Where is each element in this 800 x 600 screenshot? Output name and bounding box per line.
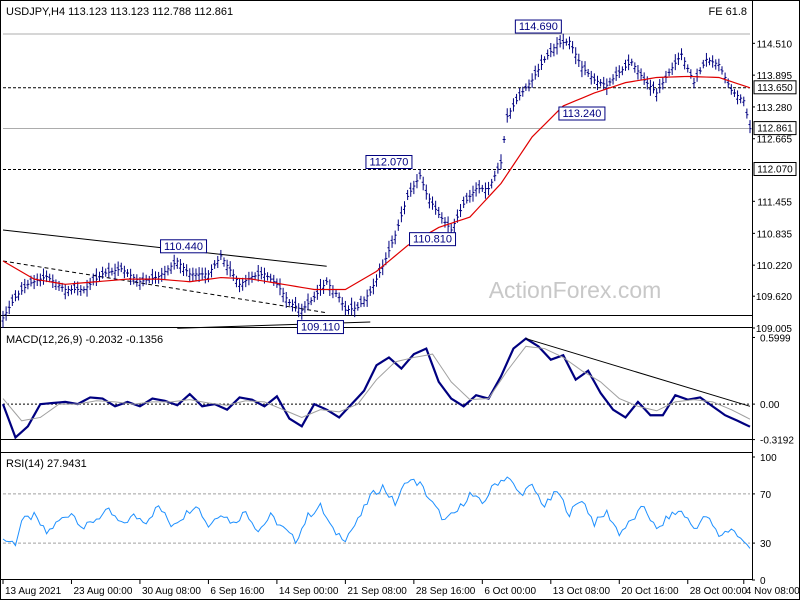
price-tick-label: 114.510 bbox=[757, 39, 793, 50]
price-annotation: 113.240 bbox=[562, 108, 601, 120]
x-tick-label: 28 Oct 00:00 bbox=[690, 586, 748, 597]
rsi-tick-label: 30 bbox=[760, 539, 772, 550]
price-chart-title: USDJPY,H4 113.123 113.123 112.788 112.86… bbox=[6, 6, 233, 18]
x-tick-label: 21 Sep 08:00 bbox=[347, 586, 407, 597]
x-tick-label: 6 Sep 16:00 bbox=[210, 586, 264, 597]
x-axis: 13 Aug 2021 23 Aug 00:00 30 Aug 08:00 6 Sep… bbox=[2, 580, 800, 597]
level-tag-label: 112.070 bbox=[757, 165, 793, 176]
rsi-tick-label: 70 bbox=[760, 490, 772, 501]
price-chart: 114.510113.895113.280112.665111.455110.8… bbox=[1, 19, 797, 335]
x-tick-label: 28 Sep 16:00 bbox=[416, 586, 476, 597]
price-annotation: 110.810 bbox=[413, 234, 452, 246]
level-tag-label: 113.650 bbox=[757, 83, 793, 94]
price-tick-label: 111.455 bbox=[757, 197, 792, 208]
x-tick-label: 13 Aug 2021 bbox=[5, 586, 62, 597]
panel-frames bbox=[0, 0, 800, 600]
macd-tick-label: 0.5999 bbox=[760, 333, 791, 344]
price-annotation: 109.110 bbox=[301, 322, 340, 334]
price-annotation: 110.440 bbox=[164, 241, 203, 253]
rsi-chart-title: RSI(14) 27.9431 bbox=[6, 458, 87, 470]
level-tag-label: 112.861 bbox=[757, 124, 793, 135]
price-tick-label: 110.835 bbox=[757, 229, 793, 240]
chart-canvas: ActionForex.com 114.510113.895113.280112… bbox=[0, 0, 800, 600]
x-tick-label: 13 Oct 08:00 bbox=[553, 586, 611, 597]
watermark: ActionForex.com bbox=[489, 277, 662, 303]
x-tick-label: 14 Sep 00:00 bbox=[279, 586, 339, 597]
fe-label: FE 61.8 bbox=[708, 6, 747, 18]
price-annotation: 114.690 bbox=[519, 21, 558, 33]
moving-average-line bbox=[2, 75, 751, 291]
macd-chart-title: MACD(12,26,9) -0.2032 -0.1356 bbox=[6, 334, 163, 346]
macd-tick-label: 0.00 bbox=[760, 400, 780, 411]
price-tick-label: 113.280 bbox=[757, 103, 793, 114]
x-tick-label: 6 Oct 00:00 bbox=[484, 586, 536, 597]
macd-line bbox=[1, 337, 751, 440]
price-tick-label: 112.665 bbox=[757, 135, 793, 146]
price-tick-label: 109.620 bbox=[756, 292, 793, 303]
rsi-tick-label: 100 bbox=[760, 453, 777, 464]
x-tick-label: 23 Aug 00:00 bbox=[73, 586, 132, 597]
rsi-line bbox=[2, 476, 751, 549]
x-tick-label: 4 Nov 08:00 bbox=[746, 586, 800, 597]
price-tick-label: 110.220 bbox=[757, 261, 793, 272]
outer-frame bbox=[0, 0, 800, 600]
rsi-chart: 10070300 bbox=[2, 453, 777, 587]
macd-signal-line bbox=[2, 345, 751, 422]
x-tick-label: 30 Aug 08:00 bbox=[142, 586, 201, 597]
macd-trendline bbox=[525, 338, 751, 407]
macd-tick-label: -0.3192 bbox=[760, 436, 794, 447]
panel-frame-rsi bbox=[0, 439, 753, 580]
macd-chart: 0.5999 0.00 -0.3192 bbox=[1, 333, 794, 447]
price-annotation: 112.070 bbox=[369, 157, 408, 169]
x-tick-label: 20 Oct 16:00 bbox=[621, 586, 679, 597]
